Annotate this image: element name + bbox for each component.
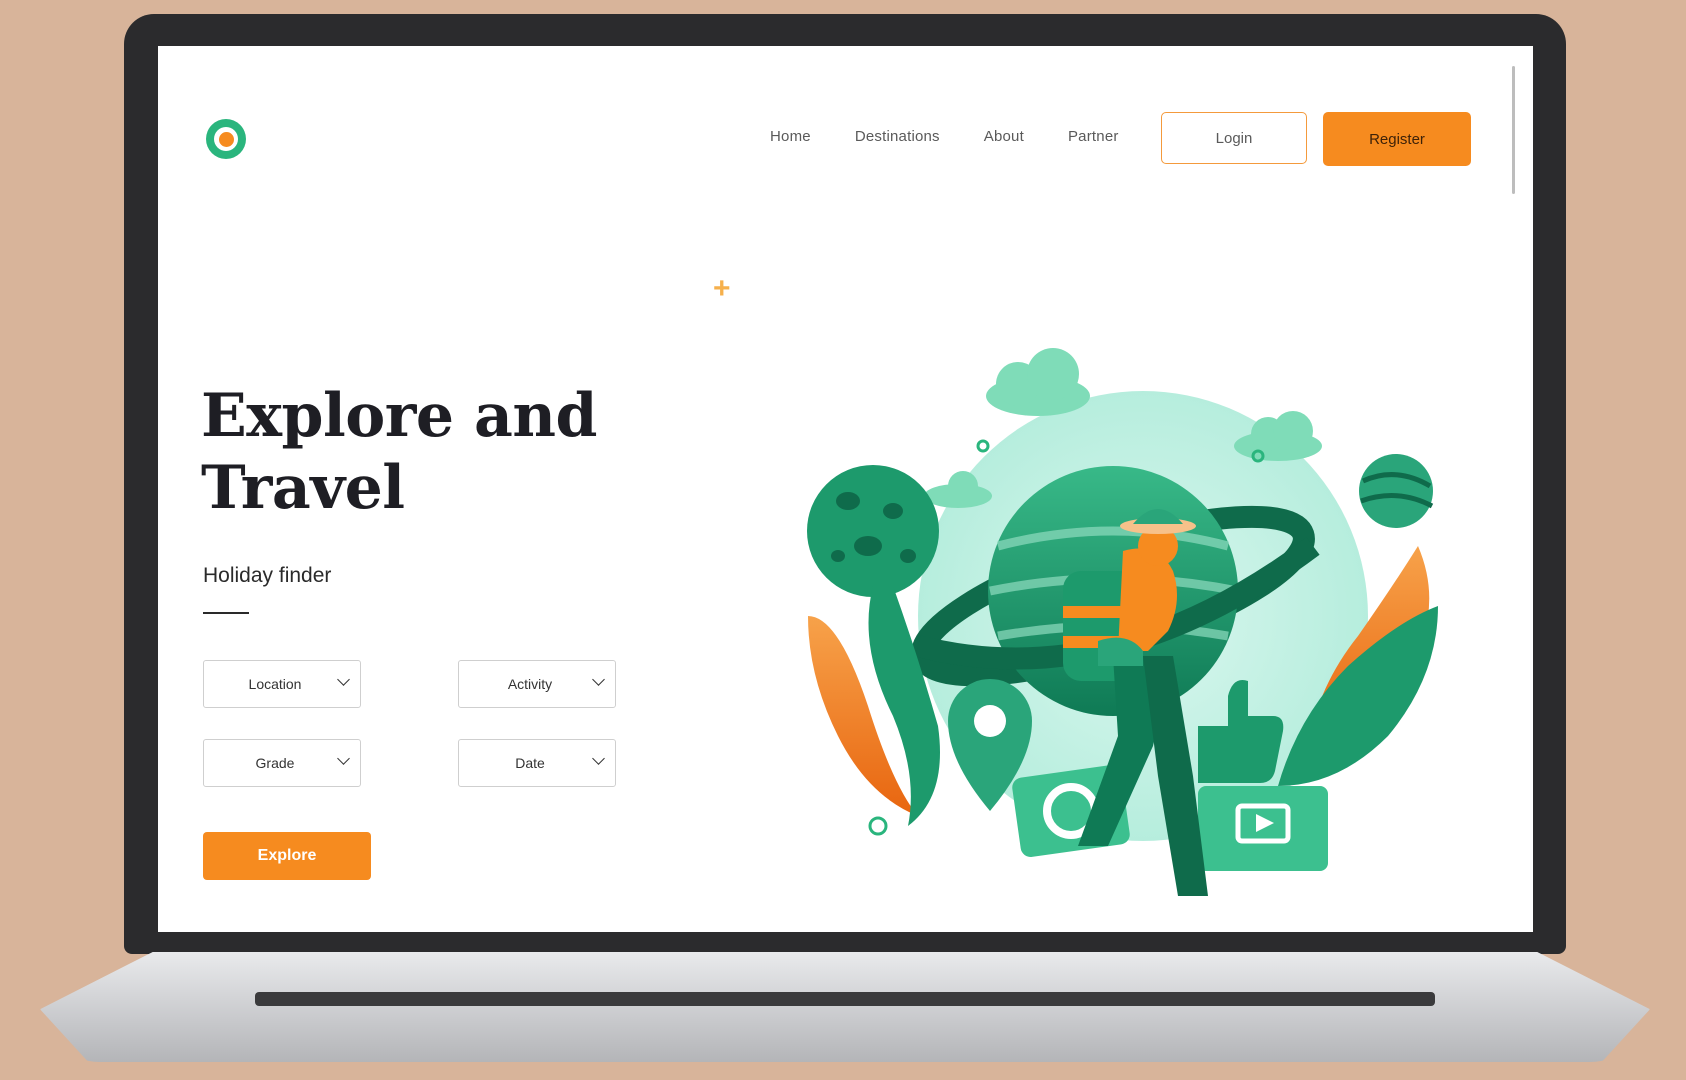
activity-select[interactable]: Activity [458, 660, 616, 708]
laptop-keyboard-slot [255, 992, 1435, 1006]
traveler-illustration [807, 348, 1438, 896]
title-line-1: Explore and [201, 381, 597, 451]
scrollbar[interactable] [1512, 66, 1515, 194]
explore-button[interactable]: Explore [203, 832, 371, 880]
holiday-finder-heading: Holiday finder [203, 564, 332, 587]
laptop-screen: Home Destinations About Partner Login Re… [158, 46, 1533, 932]
nav-about[interactable]: About [984, 128, 1024, 145]
date-select[interactable]: Date [458, 739, 616, 787]
nav-home[interactable]: Home [770, 128, 811, 145]
laptop-base [40, 952, 1650, 1062]
page-title: Explore and Travel [201, 380, 721, 524]
logo-dot [218, 131, 234, 147]
nav-destinations[interactable]: Destinations [855, 128, 940, 145]
nav-partner[interactable]: Partner [1068, 128, 1119, 145]
main-nav: Home Destinations About Partner [770, 128, 1163, 145]
grade-select[interactable]: Grade [203, 739, 361, 787]
logo-ring [214, 127, 238, 151]
sparkle-icon: + [713, 272, 731, 305]
register-button[interactable]: Register [1323, 112, 1471, 166]
heading-underline [203, 612, 249, 614]
location-select[interactable]: Location [203, 660, 361, 708]
location-pin-hole [974, 705, 1006, 737]
cratered-moon [807, 465, 939, 597]
login-button[interactable]: Login [1161, 112, 1307, 164]
logo-icon[interactable] [206, 119, 246, 159]
title-line-2: Travel [201, 453, 405, 523]
small-planet [1359, 454, 1433, 528]
